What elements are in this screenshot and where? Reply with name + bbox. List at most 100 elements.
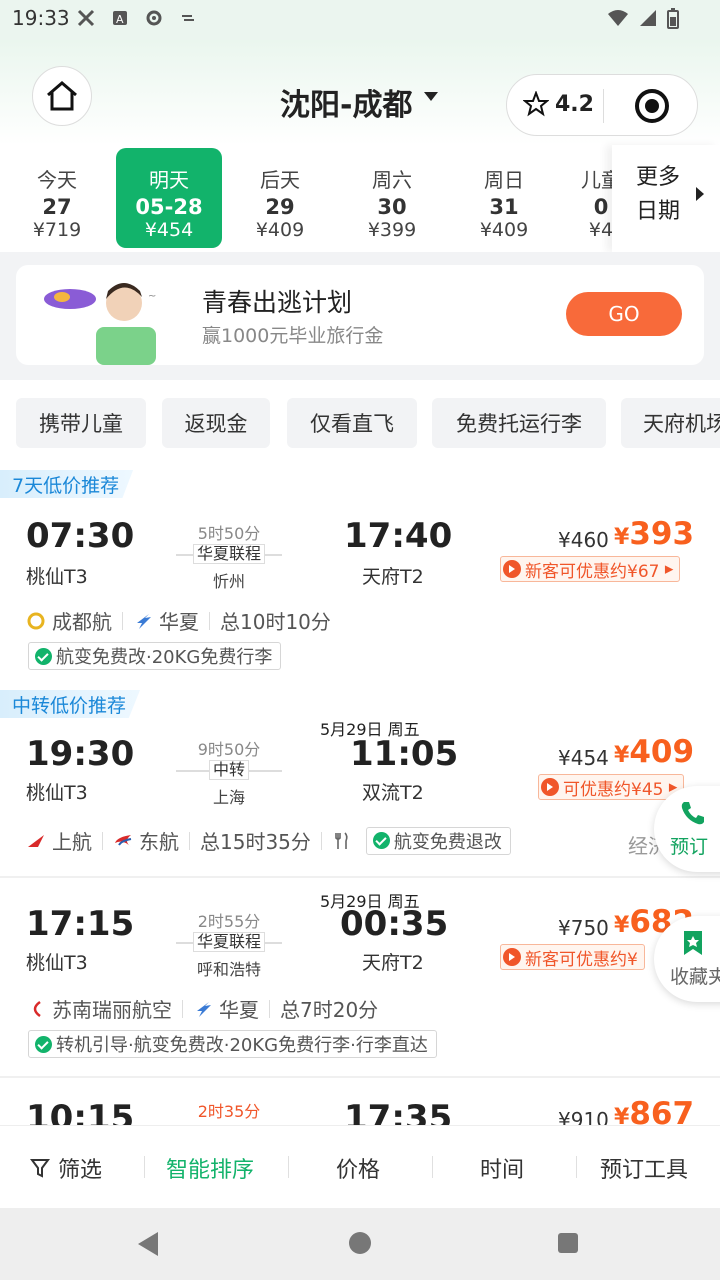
rating-value: 4.2 bbox=[555, 91, 594, 117]
departure-airport: 桃仙T3 bbox=[26, 952, 88, 974]
arrival-time: 17:35 bbox=[344, 1098, 453, 1125]
arrival-airport: 双流T2 bbox=[362, 782, 424, 804]
flight-features: 转机引导·航变免费改·20KG免费行李·行李直达 bbox=[28, 1030, 437, 1058]
stop-label: 华夏联程 bbox=[192, 544, 265, 564]
flight-duration: 9时50分 bbox=[197, 740, 261, 759]
date-item-sunday[interactable]: 周日 31 ¥409 bbox=[451, 148, 557, 248]
chip-tianfu-airport[interactable]: 天府机场 bbox=[621, 398, 720, 448]
rating-button[interactable]: 4.2 bbox=[523, 91, 594, 117]
currency-symbol: ¥ bbox=[614, 1105, 630, 1125]
flight-features: 航变免费改·20KG免费行李 bbox=[28, 642, 282, 670]
filter-button[interactable]: 筛选 bbox=[30, 1152, 102, 1184]
flight-duration: 2时35分 bbox=[197, 1102, 261, 1121]
chip-free-luggage[interactable]: 免费托运行李 bbox=[432, 398, 606, 448]
date-value: 29 bbox=[265, 195, 295, 219]
divider bbox=[102, 831, 103, 850]
signal-icon bbox=[640, 10, 656, 26]
flight-list: 7天低价推荐 07:30 桃仙T3 5时50分 华夏联程 忻州 17:40 天府… bbox=[0, 470, 720, 1125]
divider bbox=[144, 1156, 145, 1178]
ruili-airlines-icon bbox=[33, 1000, 41, 1017]
battery-icon bbox=[667, 8, 679, 29]
chevron-right-icon bbox=[696, 187, 704, 201]
airline-name: 成都航 bbox=[52, 610, 112, 634]
date-label: 明天 bbox=[149, 168, 189, 192]
time-sort-tab[interactable]: 时间 bbox=[480, 1152, 524, 1184]
flight-features: 航变免费退改 bbox=[365, 826, 511, 855]
favorites-label: 收藏夹 bbox=[670, 966, 720, 988]
flight-card[interactable]: 10:15 2时35分 17:35 ¥910 ¥867 bbox=[0, 1078, 720, 1125]
date-item-saturday[interactable]: 周六 30 ¥399 bbox=[339, 148, 445, 248]
price-sort-tab[interactable]: 价格 bbox=[336, 1152, 380, 1184]
status-time: 19:33 bbox=[12, 6, 70, 30]
home-button[interactable] bbox=[32, 66, 92, 126]
chengdu-airlines-icon bbox=[27, 612, 45, 629]
phone-icon bbox=[681, 802, 704, 825]
recent-apps-icon[interactable] bbox=[558, 1233, 578, 1253]
banner-subtitle: 赢1000元毕业旅行金 bbox=[202, 325, 384, 347]
arrival-airport: 天府T2 bbox=[362, 952, 424, 974]
chevron-down-icon[interactable] bbox=[424, 92, 438, 101]
notification-icon bbox=[76, 8, 96, 28]
date-item-today[interactable]: 今天 27 ¥719 bbox=[4, 148, 110, 248]
original-price: ¥750 bbox=[558, 916, 609, 940]
home-circle-icon[interactable] bbox=[349, 1232, 371, 1254]
divider bbox=[182, 999, 183, 1018]
discount-icon bbox=[541, 778, 559, 796]
airline-info: 上航 东航 总15时35分 航变免费退改 bbox=[26, 826, 511, 855]
divider bbox=[209, 611, 210, 630]
feature-text: 航变免费改·20KG免费行李 bbox=[56, 647, 273, 668]
date-item-tomorrow[interactable]: 明天 05-28 ¥454 bbox=[116, 148, 222, 248]
star-icon bbox=[523, 91, 549, 117]
chip-with-children[interactable]: 携带儿童 bbox=[16, 398, 146, 448]
feature-text: 转机引导·航变免费改·20KG免费行李·行李直达 bbox=[56, 1035, 428, 1056]
airline-name: 东航 bbox=[139, 830, 179, 854]
date-item-day-after[interactable]: 后天 29 ¥409 bbox=[227, 148, 333, 248]
flight-price: ¥867 bbox=[614, 1096, 694, 1125]
departure-airport: 桃仙T3 bbox=[26, 782, 88, 804]
filter-chips: 携带儿童 返现金 仅看直飞 免费托运行李 天府机场 bbox=[0, 380, 720, 470]
arrival-time: 00:35 bbox=[340, 904, 449, 944]
arrival-time: 11:05 bbox=[350, 734, 459, 774]
currency-symbol: ¥ bbox=[614, 743, 630, 768]
divider bbox=[320, 831, 322, 850]
promo-banner[interactable]: ~ 青春出逃计划 赢1000元毕业旅行金 GO bbox=[16, 265, 704, 365]
check-icon bbox=[35, 647, 52, 665]
banner-go-button[interactable]: GO bbox=[566, 292, 682, 336]
feature-text: 航变免费退改 bbox=[393, 831, 502, 853]
departure-time: 17:15 bbox=[26, 904, 135, 944]
smart-sort-tab[interactable]: 智能排序 bbox=[166, 1152, 254, 1184]
shanghai-airlines-icon bbox=[28, 834, 44, 847]
check-icon bbox=[35, 1035, 52, 1053]
stop-label: 中转 bbox=[208, 760, 249, 780]
back-icon[interactable] bbox=[138, 1232, 158, 1256]
flight-route-info: 9时50分 中转 上海 bbox=[176, 736, 282, 808]
booking-tools-button[interactable]: 预订工具 bbox=[600, 1152, 688, 1184]
more-dates-label: 更多日期 bbox=[636, 165, 681, 224]
via-city: 上海 bbox=[212, 788, 245, 807]
date-price: ¥409 bbox=[255, 219, 305, 241]
flight-route-info: 2时35分 bbox=[176, 1098, 282, 1122]
original-price: ¥454 bbox=[558, 746, 609, 770]
airline-info: 成都航 华夏 总10时10分 bbox=[26, 606, 331, 635]
flight-card[interactable]: 07:30 桃仙T3 5时50分 华夏联程 忻州 17:40 天府T2 ¥460… bbox=[0, 470, 720, 678]
original-price: ¥910 bbox=[558, 1108, 609, 1125]
chip-direct-only[interactable]: 仅看直飞 bbox=[287, 398, 417, 448]
total-duration: 总15时35分 bbox=[200, 830, 311, 854]
arrival-airport: 天府T2 bbox=[362, 566, 424, 588]
more-dates-button[interactable]: 更多日期 bbox=[612, 145, 720, 252]
discount-badge: 新客可优惠约¥67 ▸ bbox=[500, 556, 681, 582]
close-target-icon[interactable] bbox=[635, 89, 669, 123]
arrival-time: 17:40 bbox=[344, 516, 453, 556]
chip-cashback[interactable]: 返现金 bbox=[162, 398, 270, 448]
huaxia-airlines-icon bbox=[197, 1001, 211, 1017]
route-title[interactable]: 沈阳-成都 bbox=[280, 80, 412, 124]
book-label: 预订 bbox=[670, 836, 709, 858]
airline-name: 华夏 bbox=[219, 998, 259, 1022]
flight-card[interactable]: 5月29日 周五 17:15 桃仙T3 2时55分 华夏联程 呼和浩特 00:3… bbox=[0, 878, 720, 1076]
flight-card[interactable]: 5月29日 周五 19:30 桃仙T3 9时50分 中转 上海 11:05 双流… bbox=[0, 690, 720, 876]
huaxia-airlines-icon bbox=[137, 613, 151, 629]
airline-name: 华夏 bbox=[159, 610, 199, 634]
svg-text:A: A bbox=[116, 13, 124, 26]
date-label: 周六 bbox=[372, 168, 412, 192]
status-system-icons bbox=[606, 8, 680, 30]
